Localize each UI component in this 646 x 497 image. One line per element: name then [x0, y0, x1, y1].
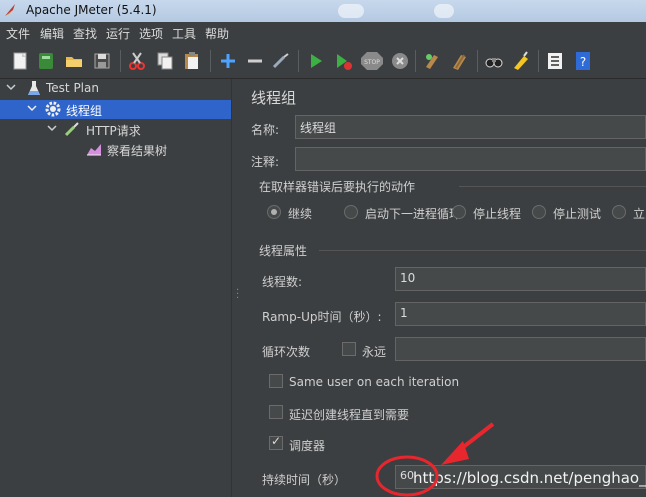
chevron-down-icon[interactable]	[27, 103, 37, 113]
radio-label: 启动下一进程循环	[365, 207, 462, 221]
toolbar-separator	[415, 50, 416, 72]
tree-label: 察看结果树	[107, 144, 168, 158]
radio-label: 立即	[633, 207, 646, 221]
rampup-field[interactable]: 1	[395, 302, 646, 326]
menu-run[interactable]: 运行	[106, 25, 130, 42]
start-icon[interactable]	[306, 51, 326, 71]
reset-search-icon[interactable]	[511, 51, 531, 71]
titlebar-glare	[338, 4, 364, 18]
radio-start-next-loop[interactable]	[344, 205, 358, 219]
title-bar: Apache JMeter (5.4.1)	[0, 0, 646, 22]
stop-icon[interactable]: STOP	[360, 51, 384, 71]
jmeter-feather-icon	[5, 4, 15, 16]
menu-help[interactable]: 帮助	[205, 25, 229, 42]
test-plan-flask-icon	[28, 81, 40, 95]
menu-file[interactable]: 文件	[6, 25, 30, 42]
tree-node-test-plan[interactable]: Test Plan	[0, 79, 231, 98]
same-user-label: Same user on each iteration	[289, 375, 460, 389]
toolbar-separator	[477, 50, 478, 72]
function-helper-icon[interactable]	[545, 51, 565, 71]
scheduler-checkbox[interactable]	[269, 434, 283, 450]
name-field[interactable]: 线程组	[295, 115, 646, 139]
radio-continue[interactable]	[267, 205, 281, 219]
listener-chart-icon	[87, 144, 101, 156]
radio-label: 停止线程	[473, 207, 522, 221]
paste-icon[interactable]	[182, 51, 202, 71]
tree-label: Test Plan	[46, 81, 99, 95]
panel-title: 线程组	[251, 89, 297, 107]
toolbar-separator	[120, 50, 121, 72]
new-icon[interactable]	[10, 51, 30, 71]
clear-all-icon[interactable]	[450, 51, 470, 71]
templates-icon[interactable]	[36, 51, 56, 71]
comment-field[interactable]	[295, 147, 646, 171]
shutdown-icon[interactable]	[390, 51, 410, 71]
tree-node-http-request[interactable]: HTTP请求	[0, 120, 231, 139]
sampler-pipette-icon	[64, 122, 79, 137]
chevron-down-icon[interactable]	[47, 123, 57, 133]
help-icon[interactable]: ?	[573, 51, 593, 71]
copy-icon[interactable]	[155, 51, 175, 71]
scheduler-label: 调度器	[289, 439, 326, 453]
rampup-label: Ramp-Up时间（秒）:	[262, 310, 382, 324]
menu-search[interactable]: 查找	[73, 25, 97, 42]
delay-thread-creation-checkbox[interactable]	[269, 405, 283, 419]
threads-field[interactable]: 10	[395, 267, 646, 291]
radio-label: 继续	[288, 207, 313, 221]
open-icon[interactable]	[64, 51, 84, 71]
start-no-pause-icon[interactable]	[333, 51, 353, 71]
search-icon[interactable]	[484, 51, 504, 71]
titlebar-glare	[434, 4, 454, 18]
tree-label: HTTP请求	[86, 124, 141, 138]
splitter-grip-icon[interactable]: · · ·	[236, 286, 239, 304]
test-plan-tree: Test Plan 线程组 HTTP请求 察看结果树	[0, 79, 231, 497]
menu-edit[interactable]: 编辑	[40, 25, 64, 42]
section-divider	[319, 250, 646, 251]
comment-label: 注释:	[251, 155, 280, 169]
menu-bar: 文件 编辑 查找 运行 选项 工具 帮助	[0, 22, 646, 42]
toggle-icon[interactable]	[271, 51, 291, 71]
cut-icon[interactable]	[127, 51, 147, 71]
forever-checkbox[interactable]	[342, 342, 356, 356]
thread-properties-section-title: 线程属性	[259, 244, 308, 258]
forever-label: 永远	[362, 345, 387, 359]
name-label: 名称:	[251, 123, 280, 137]
radio-stop-now[interactable]	[612, 205, 626, 219]
threads-label: 线程数:	[262, 275, 303, 289]
chevron-down-icon[interactable]	[6, 82, 16, 92]
same-user-checkbox[interactable]	[269, 374, 283, 388]
loop-count-field[interactable]	[395, 337, 646, 361]
expand-icon[interactable]	[218, 51, 238, 71]
save-icon[interactable]	[92, 51, 112, 71]
svg-text:?: ?	[580, 55, 586, 69]
duration-label: 持续时间（秒）	[262, 473, 347, 487]
collapse-icon[interactable]	[245, 51, 265, 71]
radio-stop-thread[interactable]	[452, 205, 466, 219]
gear-icon	[45, 101, 61, 117]
clear-icon[interactable]	[422, 51, 442, 71]
section-divider	[459, 186, 646, 187]
radio-stop-test[interactable]	[532, 205, 546, 219]
tree-node-thread-group[interactable]: 线程组	[0, 100, 231, 119]
loop-count-label: 循环次数	[262, 345, 311, 359]
toolbar-separator	[298, 50, 299, 72]
toolbar: STOP ?	[0, 42, 646, 79]
svg-text:STOP: STOP	[364, 59, 380, 66]
error-action-section-title: 在取样器错误后要执行的动作	[259, 180, 416, 194]
menu-tools[interactable]: 工具	[172, 25, 196, 42]
annotation-arrow-icon	[375, 422, 495, 497]
tree-label: 线程组	[66, 104, 103, 118]
window-title: Apache JMeter (5.4.1)	[26, 3, 157, 17]
radio-label: 停止测试	[553, 207, 602, 221]
toolbar-separator	[210, 50, 211, 72]
thread-group-panel: 线程组 名称: 线程组 注释: 在取样器错误后要执行的动作 继续 启动下一进程循…	[241, 79, 646, 497]
tree-node-result-tree[interactable]: 察看结果树	[0, 140, 231, 159]
menu-options[interactable]: 选项	[139, 25, 163, 42]
toolbar-separator	[538, 50, 539, 72]
error-action-radio-group: 继续 启动下一进程循环 停止线程 停止测试 立即	[267, 205, 646, 221]
